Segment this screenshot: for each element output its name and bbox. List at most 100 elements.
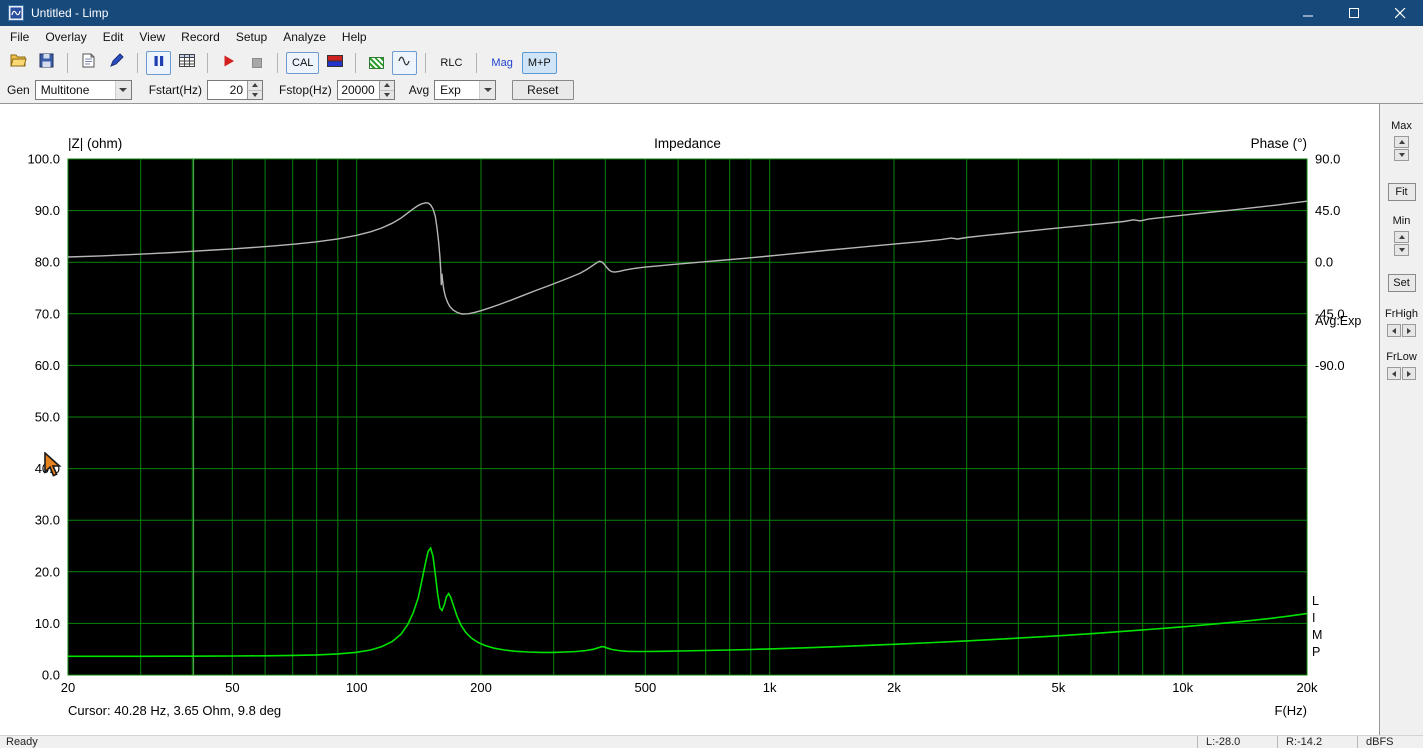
- toolbar-separator: [67, 52, 68, 73]
- app-window: Untitled - Limp File Overlay Edit View R…: [0, 0, 1423, 748]
- open-button[interactable]: [6, 51, 31, 75]
- chart-text: 10k: [1172, 680, 1193, 695]
- minimize-button[interactable]: [1285, 0, 1331, 26]
- menu-edit[interactable]: Edit: [95, 27, 132, 47]
- menu-file[interactable]: File: [2, 27, 37, 47]
- frlow-right-button[interactable]: [1402, 367, 1416, 380]
- status-text: Ready: [6, 736, 38, 748]
- table-button[interactable]: [174, 51, 199, 75]
- mag-button[interactable]: Mag: [485, 52, 518, 74]
- window-controls: [1285, 0, 1423, 26]
- copy-button[interactable]: [76, 51, 101, 75]
- chart-text: 80.0: [35, 255, 60, 270]
- status-left-level: L:-28.0: [1197, 736, 1277, 748]
- level-flag-icon: [326, 54, 343, 72]
- menu-view[interactable]: View: [131, 27, 173, 47]
- avg-value: Exp: [440, 83, 461, 97]
- toolbar-separator: [476, 52, 478, 73]
- max-label: Max: [1391, 120, 1412, 132]
- spin-down-icon[interactable]: [248, 90, 263, 99]
- chart-text: 30.0: [35, 513, 60, 528]
- chart-text: 200: [470, 680, 492, 695]
- mag-phase-button[interactable]: M+P: [521, 51, 557, 74]
- cal-button[interactable]: CAL: [286, 51, 320, 74]
- max-down-button[interactable]: [1394, 149, 1409, 161]
- status-units: dBFS: [1357, 736, 1423, 748]
- frhigh-arrows: [1387, 324, 1416, 337]
- app-icon: [8, 5, 24, 21]
- frhigh-right-button[interactable]: [1402, 324, 1416, 337]
- chart-text: Cursor: 40.28 Hz, 3.65 Ohm, 9.8 deg: [68, 703, 281, 718]
- toolbar-separator: [355, 52, 357, 73]
- spin-down-icon[interactable]: [379, 90, 394, 99]
- rlc-button[interactable]: RLC: [434, 52, 468, 74]
- record-button[interactable]: [216, 51, 241, 75]
- chart-text: 2k: [887, 680, 901, 695]
- sine-button[interactable]: [392, 50, 418, 75]
- copy-page-icon: [82, 53, 95, 73]
- avg-select[interactable]: Exp: [434, 80, 497, 100]
- fstop-input[interactable]: 20000: [336, 80, 395, 100]
- level-flag-button[interactable]: [322, 51, 347, 75]
- set-button[interactable]: Set: [1387, 274, 1416, 292]
- status-right-level: R:-14.2: [1277, 736, 1357, 748]
- min-up-button[interactable]: [1394, 231, 1409, 243]
- chart-text: P: [1312, 645, 1320, 659]
- generator-controls-bar: Gen Multitone Fstart(Hz) 20 Fstop(Hz) 20…: [0, 77, 1423, 104]
- frhigh-left-button[interactable]: [1387, 324, 1401, 337]
- chart-text: 20k: [1297, 680, 1318, 695]
- toolbar-separator: [137, 52, 138, 73]
- toolbar-separator: [425, 52, 427, 73]
- menu-help[interactable]: Help: [334, 27, 375, 47]
- chart-text: 40.0: [35, 461, 60, 476]
- frlow-left-button[interactable]: [1387, 367, 1401, 380]
- fstart-label: Fstart(Hz): [148, 83, 203, 97]
- fstart-spinner[interactable]: [247, 81, 263, 99]
- chart-text: 90.0: [35, 203, 60, 218]
- spin-up-icon[interactable]: [379, 81, 394, 91]
- chart-text: 45.0: [1315, 203, 1340, 218]
- frlow-label: FrLow: [1386, 351, 1417, 363]
- sine-wave-icon: [398, 54, 412, 72]
- fit-button[interactable]: Fit: [1387, 183, 1416, 201]
- hatch-icon: [369, 56, 385, 69]
- reset-button[interactable]: Reset: [512, 80, 574, 100]
- gen-label: Gen: [7, 83, 30, 97]
- chart-text: 100.0: [27, 152, 60, 167]
- stop-button[interactable]: [244, 51, 269, 75]
- menu-record[interactable]: Record: [173, 27, 228, 47]
- fstop-spinner[interactable]: [378, 81, 394, 99]
- save-button[interactable]: [34, 51, 59, 75]
- open-folder-icon: [10, 53, 27, 72]
- min-down-button[interactable]: [1394, 244, 1409, 256]
- record-icon: [223, 54, 235, 72]
- generator-button[interactable]: [364, 51, 389, 75]
- pen-button[interactable]: [104, 51, 129, 75]
- max-up-button[interactable]: [1394, 136, 1409, 148]
- pen-icon: [109, 52, 124, 73]
- toolbar-separator: [207, 52, 208, 73]
- chart-text: 20.0: [35, 564, 60, 579]
- chevron-down-icon: [114, 81, 131, 99]
- fstop-label: Fstop(Hz): [279, 83, 332, 97]
- pause-icon: [153, 54, 165, 72]
- chart-text: -90.0: [1315, 358, 1345, 373]
- menu-analyze[interactable]: Analyze: [275, 27, 334, 47]
- save-floppy-icon: [39, 53, 54, 73]
- chart-text: 100: [346, 680, 368, 695]
- pause-button[interactable]: [146, 50, 171, 75]
- impedance-chart[interactable]: 0.0 10.0 20.0 30.0 40.0 50.0 60.0 70.0 80.0 90.0 1…: [0, 104, 1379, 734]
- fstart-input[interactable]: 20: [207, 80, 264, 100]
- maximize-button[interactable]: [1331, 0, 1377, 26]
- chart-text: 0.0: [42, 668, 60, 683]
- generator-type-select[interactable]: Multitone: [34, 80, 132, 100]
- chart-text: I: [1312, 611, 1315, 625]
- close-button[interactable]: [1377, 0, 1423, 26]
- menu-bar: File Overlay Edit View Record Setup Anal…: [0, 26, 1423, 48]
- menu-setup[interactable]: Setup: [228, 27, 275, 47]
- avg-label: Avg: [408, 83, 430, 97]
- menu-overlay[interactable]: Overlay: [37, 27, 94, 47]
- chart-text: 1k: [763, 680, 777, 695]
- chart-text: 50: [225, 680, 239, 695]
- spin-up-icon[interactable]: [248, 81, 263, 91]
